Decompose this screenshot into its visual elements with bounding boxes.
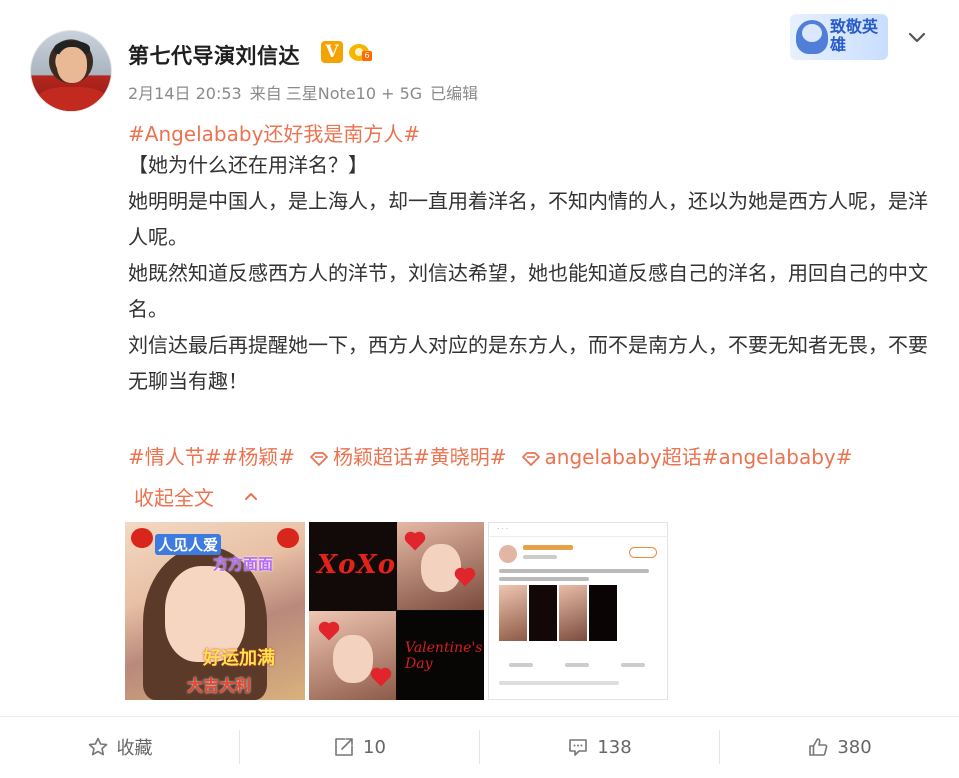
star-icon bbox=[88, 737, 107, 756]
post-paragraph: 她明明是中国人，是上海人，却一直用着洋名，不知内情的人，还以为她是西方人呢，是洋… bbox=[128, 189, 928, 249]
weibo-post-card: 第七代导演刘信达 V 6 2月14日 20:53 来自 三星Note10 + 5G 已… bbox=[0, 0, 959, 778]
post-image-2[interactable]: XoXo Valentine's Day bbox=[309, 522, 484, 700]
member-crown-icon: 6 bbox=[347, 41, 373, 63]
hashtag-link[interactable]: #angelababy# bbox=[702, 445, 853, 469]
comment-button[interactable]: 138 bbox=[480, 716, 719, 778]
thumbs-up-icon bbox=[809, 738, 828, 756]
super-topic-link[interactable]: 杨颖超话 bbox=[333, 445, 413, 469]
comment-count: 138 bbox=[597, 736, 632, 758]
topic-link[interactable]: #Angelababy还好我是南方人# bbox=[128, 118, 420, 147]
avatar[interactable] bbox=[30, 30, 112, 112]
hashtag-link[interactable]: #黄晓明# bbox=[413, 445, 507, 469]
repost-icon bbox=[335, 738, 353, 756]
hero-tribute-badge[interactable]: 致敬英雄 bbox=[790, 14, 888, 60]
post-image-3[interactable]: · · · bbox=[488, 522, 668, 700]
repost-count: 10 bbox=[363, 736, 386, 758]
super-topic-icon bbox=[310, 452, 328, 466]
image-sticker-text: 方方面面 bbox=[213, 555, 274, 573]
super-topic-icon bbox=[521, 452, 540, 466]
post-time[interactable]: 2月14日 20:53 bbox=[128, 84, 242, 103]
image-sticker-text: 大吉大利 bbox=[187, 676, 252, 695]
chevron-up-icon[interactable] bbox=[243, 488, 259, 504]
hashtag-link[interactable]: #情人节# bbox=[128, 445, 222, 469]
image-sticker-text: 人见人爱 bbox=[155, 534, 222, 555]
favorite-button[interactable]: 收藏 bbox=[0, 716, 239, 778]
more-options-chevron-icon[interactable] bbox=[906, 26, 928, 48]
post-heading: 【她为什么还在用洋名？】 bbox=[128, 153, 368, 177]
image-sticker-text: XoXo bbox=[317, 550, 397, 580]
image-sticker-text: Valentine's Day bbox=[405, 640, 483, 672]
comment-icon bbox=[569, 739, 588, 756]
super-topic-link[interactable]: angelababy超话 bbox=[545, 445, 702, 469]
source-prefix: 来自 bbox=[249, 84, 282, 103]
post-meta: 2月14日 20:53 来自 三星Note10 + 5G 已编辑 bbox=[128, 80, 486, 104]
post-paragraph: 她既然知道反感西方人的洋节，刘信达希望，她也能知道反感自己的洋名，用回自己的中文… bbox=[128, 261, 928, 321]
post-paragraph: 刘信达最后再提醒她一下，西方人对应的是东方人，而不是南方人，不要无知者无畏，不要… bbox=[128, 333, 928, 393]
source-device[interactable]: 三星Note10 + 5G bbox=[286, 84, 422, 103]
edited-label[interactable]: 已编辑 bbox=[430, 84, 478, 103]
tag-row: #情人节##杨颖# 杨颖超话#黄晓明# angelababy超话#angelabab… bbox=[128, 441, 853, 470]
hero-badge-text: 致敬英雄 bbox=[830, 17, 879, 54]
like-count: 380 bbox=[837, 736, 872, 758]
post-image-1[interactable]: 人见人爱 方方面面 好运加满 大吉大利 bbox=[125, 522, 305, 700]
verified-badge-icon: V bbox=[321, 41, 343, 63]
favorite-label: 收藏 bbox=[116, 738, 153, 759]
hashtag-link[interactable]: #杨颖# bbox=[222, 445, 296, 469]
author-name[interactable]: 第七代导演刘信达 bbox=[128, 40, 300, 70]
collapse-text-button[interactable]: 收起全文 bbox=[134, 482, 214, 511]
like-button[interactable]: 380 bbox=[720, 716, 959, 778]
image-sticker-text: 好运加满 bbox=[203, 648, 275, 669]
repost-button[interactable]: 10 bbox=[240, 716, 479, 778]
